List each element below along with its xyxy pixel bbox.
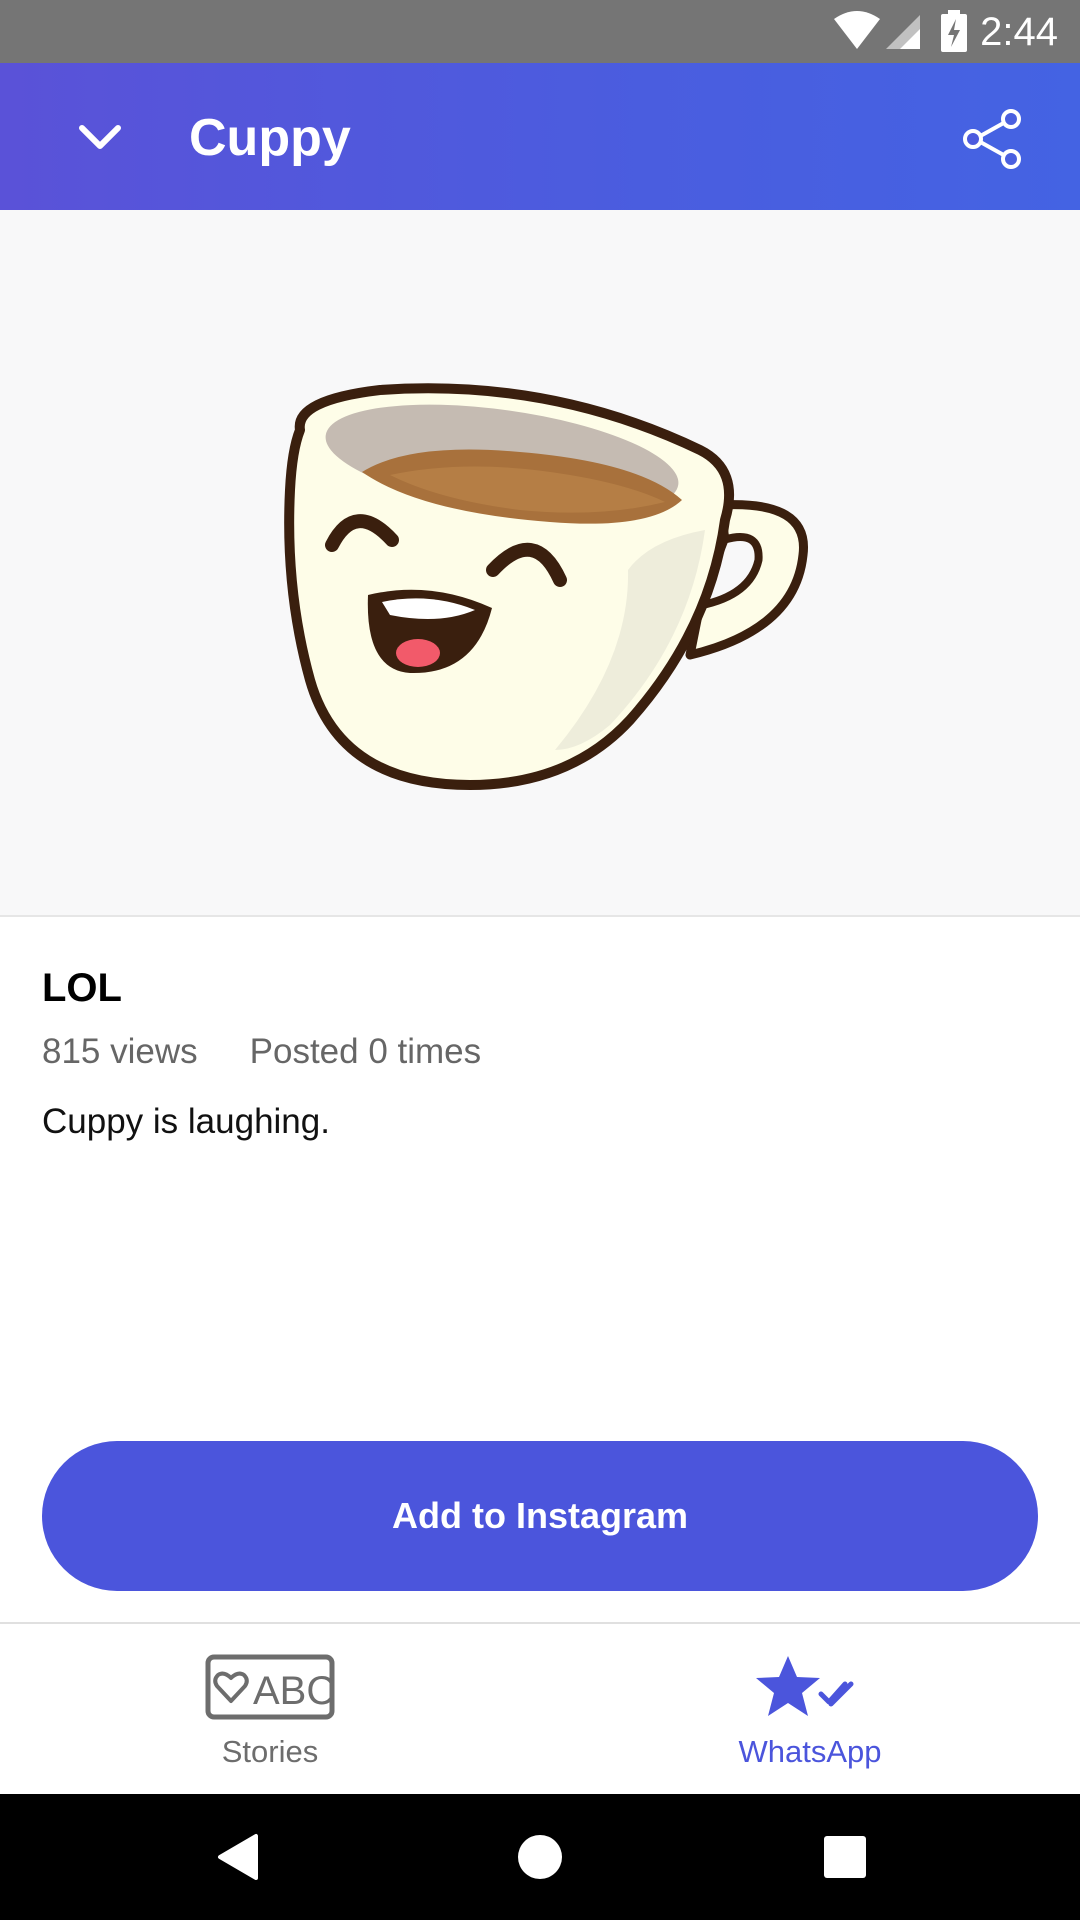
wifi-icon xyxy=(834,11,880,49)
battery-charging-icon xyxy=(941,10,967,52)
circle-home-icon[interactable] xyxy=(513,1830,567,1884)
posted-count: Posted 0 times xyxy=(249,1032,482,1071)
nav-item-whatsapp[interactable]: WhatsApp xyxy=(540,1624,1080,1796)
nav-label-stories: Stories xyxy=(221,1734,319,1769)
sticker-description: Cuppy is laughing. xyxy=(42,1102,330,1141)
page-title: Cuppy xyxy=(189,109,351,167)
nav-item-stories[interactable]: ABC Stories xyxy=(0,1624,540,1796)
nav-label-whatsapp: WhatsApp xyxy=(738,1734,882,1769)
signal-icon xyxy=(886,15,920,49)
status-bar: 2:44 xyxy=(0,0,1080,63)
collapse-button[interactable] xyxy=(62,101,138,177)
app-bar: Cuppy xyxy=(0,63,1080,210)
system-nav-bar xyxy=(0,1794,1080,1920)
svg-text:ABC: ABC xyxy=(253,1669,335,1713)
cup-sticker-image xyxy=(284,383,808,790)
chevron-down-icon xyxy=(79,125,121,149)
sticker-preview xyxy=(0,210,1080,917)
status-time: 2:44 xyxy=(980,10,1058,54)
share-button[interactable] xyxy=(952,99,1032,179)
share-icon xyxy=(963,109,1021,169)
star-check-icon xyxy=(756,1656,854,1716)
triangle-back-icon[interactable] xyxy=(210,1830,264,1884)
square-recents-icon[interactable] xyxy=(818,1830,872,1884)
sticker-stats: 815 views Posted 0 times xyxy=(42,1026,1042,1078)
bottom-nav: ABC Stories WhatsApp xyxy=(0,1622,1080,1796)
heart-abc-icon: ABC xyxy=(205,1654,335,1720)
add-to-instagram-button[interactable]: Add to Instagram xyxy=(42,1441,1038,1591)
views-count: 815 views xyxy=(42,1032,198,1071)
sticker-name: LOL xyxy=(42,966,122,1010)
sticker-details: LOL 815 views Posted 0 times Cuppy is lau… xyxy=(42,960,1042,1148)
